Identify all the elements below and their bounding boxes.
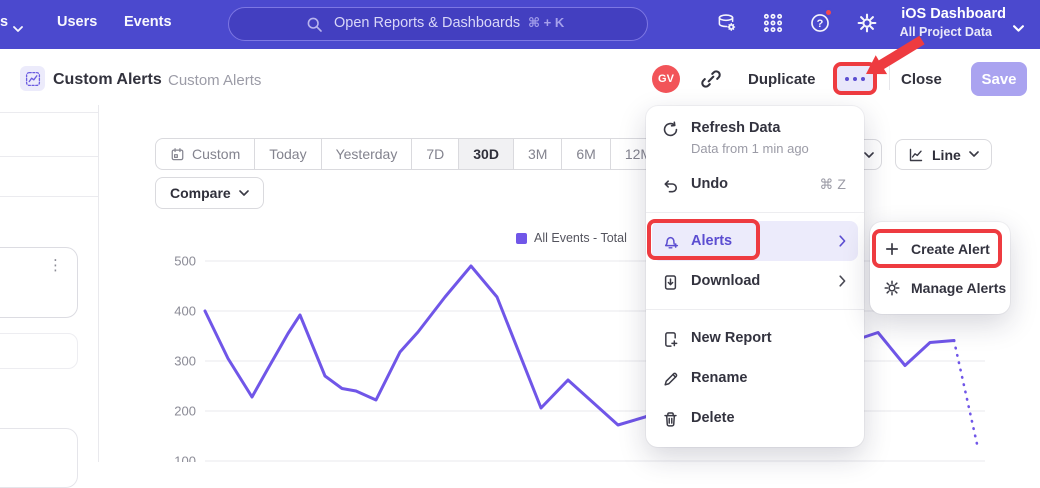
new-report-icon — [662, 331, 679, 348]
sidebar-row-divider — [0, 196, 98, 197]
date-range-yesterday[interactable]: Yesterday — [322, 139, 413, 169]
y-axis-tick-label: 100 — [174, 454, 196, 463]
trash-icon — [662, 411, 679, 428]
legend-label: All Events - Total — [534, 231, 627, 245]
data-icon[interactable] — [715, 12, 739, 36]
chevron-down-icon — [13, 20, 23, 38]
menu-item-subtitle: Data from 1 min ago — [691, 141, 846, 156]
menu-item-rename[interactable]: Rename — [646, 358, 864, 398]
menu-item-refresh-data[interactable]: Refresh Data Data from 1 min ago — [646, 114, 864, 164]
keyboard-shortcut: ⌘ Z — [820, 176, 846, 193]
breadcrumb: Custom Alerts — [168, 72, 261, 89]
submenu-item-manage-alerts[interactable]: Manage Alerts — [870, 268, 1010, 307]
gear-icon — [884, 280, 900, 296]
search-icon — [306, 16, 323, 38]
nav-item-events[interactable]: Events — [124, 14, 172, 30]
nav-item-partial[interactable]: s — [0, 14, 8, 30]
menu-item-label: Delete — [691, 409, 846, 428]
download-icon — [662, 274, 679, 291]
duplicate-button[interactable]: Duplicate — [748, 71, 816, 88]
menu-item-label: Undo — [691, 175, 820, 194]
chevron-down-icon — [239, 190, 249, 197]
menu-item-new-report[interactable]: New Report — [646, 318, 864, 358]
chevron-down-icon — [864, 152, 874, 159]
avatar[interactable]: GV — [652, 65, 680, 93]
submenu-item-label: Manage Alerts — [911, 280, 1006, 296]
y-axis-tick-label: 400 — [174, 304, 196, 319]
y-axis-tick-label: 200 — [174, 404, 196, 419]
date-range-3m[interactable]: 3M — [514, 139, 562, 169]
menu-item-label: Rename — [691, 369, 846, 388]
y-axis-tick-label: 300 — [174, 354, 196, 369]
date-range-custom[interactable]: Custom — [156, 139, 255, 169]
chart-type-button[interactable]: Line — [895, 139, 992, 170]
menu-item-label: Alerts — [691, 232, 831, 251]
chevron-right-icon — [839, 275, 846, 287]
annotation-arrow — [856, 34, 928, 85]
date-range-label: Today — [269, 146, 306, 162]
submenu-item-create-alert[interactable]: Create Alert — [870, 229, 1010, 268]
series-dotted-forecast — [954, 341, 978, 449]
report-options-menu: Refresh Data Data from 1 min ago Undo⌘ Z Al… — [646, 106, 864, 447]
y-axis-tick-label: 500 — [174, 254, 196, 269]
apps-grid-icon[interactable] — [762, 12, 786, 36]
page-title: Custom Alerts — [53, 71, 162, 89]
menu-item-undo[interactable]: Undo⌘ Z — [646, 164, 864, 204]
search-shortcut-hint: ⌘ + K — [528, 15, 564, 31]
date-range-label: Yesterday — [336, 146, 398, 162]
date-range-today[interactable]: Today — [255, 139, 321, 169]
kebab-menu-icon[interactable]: ⋮ — [48, 256, 63, 274]
menu-divider — [646, 309, 864, 310]
report-icon — [20, 66, 45, 91]
date-range-7d[interactable]: 7D — [412, 139, 459, 169]
compare-label: Compare — [170, 185, 231, 201]
search-input[interactable] — [334, 13, 524, 33]
menu-item-delete[interactable]: Delete — [646, 398, 864, 438]
menu-item-label: Download — [691, 272, 831, 291]
date-range-label: 3M — [528, 146, 547, 162]
sidebar-card[interactable] — [0, 428, 78, 488]
sidebar-row-divider — [0, 156, 98, 157]
chevron-right-icon — [839, 235, 846, 247]
sidebar-vertical-divider — [98, 105, 99, 462]
menu-item-label: New Report — [691, 329, 846, 348]
menu-item-label: Refresh Data — [691, 119, 846, 138]
chevron-down-icon — [969, 151, 979, 158]
date-range-6m[interactable]: 6M — [562, 139, 610, 169]
menu-divider — [646, 212, 864, 213]
compare-button[interactable]: Compare — [155, 177, 264, 209]
copy-link-icon[interactable] — [700, 68, 722, 90]
chevron-down-icon — [1013, 20, 1024, 38]
calendar-icon — [170, 147, 185, 162]
project-selector-name[interactable]: iOS Dashboard — [830, 6, 1006, 22]
chart-legend[interactable]: All Events - Total — [516, 231, 627, 245]
svg-text:?: ? — [817, 18, 824, 30]
sidebar-card[interactable]: ⋮ — [0, 247, 78, 318]
menu-item-download[interactable]: Download — [646, 261, 864, 301]
nav-item-users[interactable]: Users — [57, 14, 97, 30]
submenu-item-label: Create Alert — [911, 241, 990, 257]
sidebar-row-divider — [0, 112, 98, 113]
date-range-selector: CustomTodayYesterday7D30D3M6M12M — [155, 138, 667, 170]
chart-type-label: Line — [932, 147, 961, 163]
line-chart-icon — [908, 147, 924, 163]
pencil-icon — [662, 371, 679, 388]
undo-icon — [662, 177, 679, 194]
bell-plus-icon — [662, 234, 679, 251]
menu-item-alerts[interactable]: Alerts — [652, 221, 858, 261]
date-range-label: 30D — [473, 146, 499, 162]
plus-icon — [884, 241, 900, 257]
save-button[interactable]: Save — [971, 62, 1027, 96]
sidebar-card[interactable] — [0, 333, 78, 369]
alerts-submenu: Create Alert Manage Alerts — [870, 222, 1010, 314]
refresh-icon — [662, 121, 679, 138]
date-range-label: Custom — [192, 146, 240, 162]
notification-dot — [824, 8, 833, 17]
date-range-30d[interactable]: 30D — [459, 139, 514, 169]
legend-swatch — [516, 233, 527, 244]
date-range-label: 7D — [426, 146, 444, 162]
date-range-label: 6M — [576, 146, 595, 162]
